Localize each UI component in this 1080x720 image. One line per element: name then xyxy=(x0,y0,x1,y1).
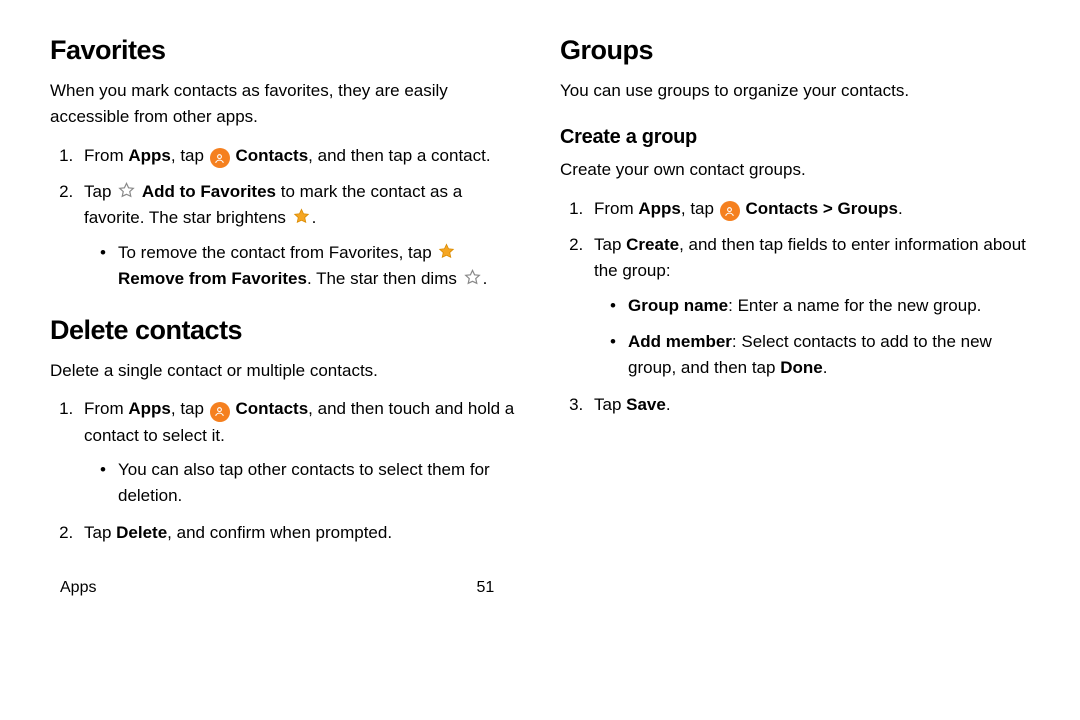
subheading-create-group: Create a group xyxy=(560,122,1030,153)
footer-section: Apps xyxy=(60,576,96,601)
contacts-icon xyxy=(210,148,230,168)
right-column: Groups You can use groups to organize yo… xyxy=(560,30,1030,556)
contacts-icon xyxy=(210,402,230,422)
heading-delete: Delete contacts xyxy=(50,310,520,352)
favorites-steps: From Apps, tap Contacts, and then tap a … xyxy=(50,143,520,293)
create-sub-addmember: Add member: Select contacts to add to th… xyxy=(616,329,1030,382)
delete-substep: You can also tap other contacts to selec… xyxy=(106,457,520,510)
create-step-1: From Apps, tap Contacts > Groups. xyxy=(588,196,1030,222)
star-filled-icon xyxy=(437,242,456,261)
favorites-substep: To remove the contact from Favorites, ta… xyxy=(106,240,520,293)
star-filled-icon xyxy=(292,207,311,226)
delete-intro: Delete a single contact or multiple cont… xyxy=(50,358,520,384)
create-group-steps: From Apps, tap Contacts > Groups. Tap Cr… xyxy=(560,196,1030,418)
favorites-step-2: Tap Add to Favorites to mark the contact… xyxy=(78,179,520,292)
create-step-3: Tap Save. xyxy=(588,392,1030,418)
favorites-step-1: From Apps, tap Contacts, and then tap a … xyxy=(78,143,520,169)
star-outline-icon xyxy=(463,268,482,287)
delete-step-2: Tap Delete, and confirm when prompted. xyxy=(78,520,520,546)
delete-steps: From Apps, tap Contacts, and then touch … xyxy=(50,396,520,546)
left-column: Favorites When you mark contacts as favo… xyxy=(50,30,520,556)
create-step-2: Tap Create, and then tap fields to enter… xyxy=(588,232,1030,382)
contacts-icon xyxy=(720,201,740,221)
delete-step-1: From Apps, tap Contacts, and then touch … xyxy=(78,396,520,509)
page-footer: Apps 51 xyxy=(50,576,1030,601)
create-sub-groupname: Group name: Enter a name for the new gro… xyxy=(616,293,1030,319)
favorites-intro: When you mark contacts as favorites, the… xyxy=(50,78,520,131)
star-outline-icon xyxy=(117,181,136,200)
heading-groups: Groups xyxy=(560,30,1030,72)
create-group-intro: Create your own contact groups. xyxy=(560,157,1030,183)
footer-page-number: 51 xyxy=(476,576,494,601)
heading-favorites: Favorites xyxy=(50,30,520,72)
groups-intro: You can use groups to organize your cont… xyxy=(560,78,1030,104)
